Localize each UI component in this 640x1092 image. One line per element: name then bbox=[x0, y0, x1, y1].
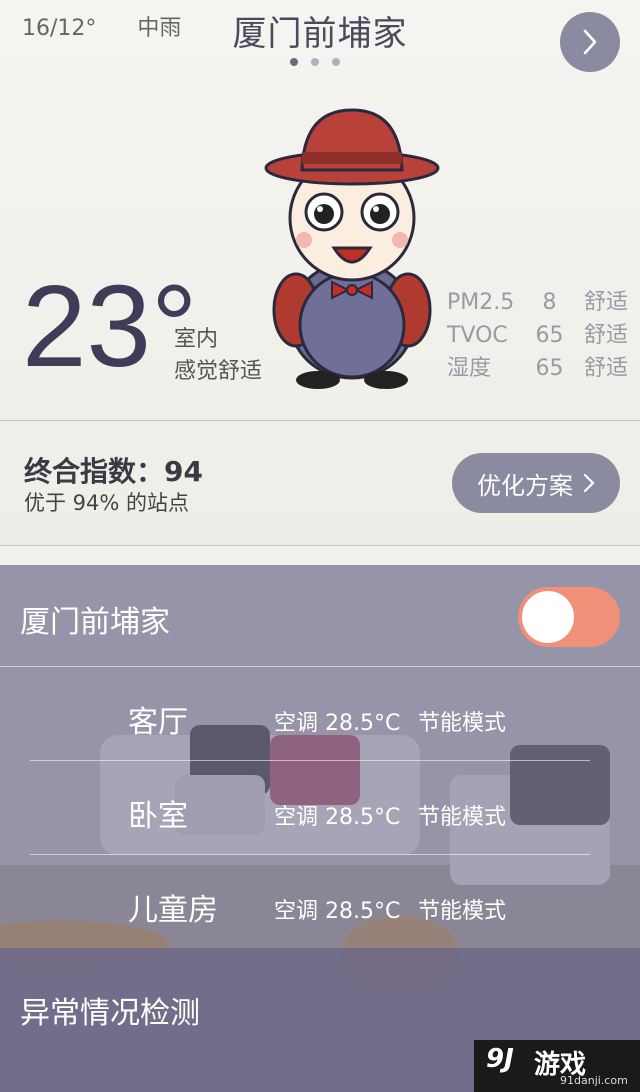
home-row: 厦门前埔家 bbox=[0, 565, 640, 667]
site-watermark: 9J 游戏 91danji.com bbox=[474, 1040, 640, 1092]
metric-name: PM2.5 bbox=[447, 290, 515, 315]
room-ac: 空调 28.5°C bbox=[274, 711, 401, 736]
index-comparison: 优于 94% 的站点 bbox=[24, 491, 190, 515]
page-indicator bbox=[290, 58, 340, 66]
metric-row: PM2.5 8 舒适 bbox=[447, 286, 628, 319]
page-dot[interactable] bbox=[332, 58, 340, 66]
metric-value: 8 bbox=[542, 290, 557, 315]
metric-value: 65 bbox=[535, 356, 564, 381]
rooms-panel: 厦门前埔家 客厅 空调 28.5°C 节能模式 卧室 空调 28.5°C 节能模… bbox=[0, 565, 640, 1092]
metric-row: TVOC 65 舒适 bbox=[447, 319, 628, 352]
anomaly-detection-label: 异常情况检测 bbox=[20, 996, 200, 1031]
divider bbox=[0, 545, 640, 546]
indoor-status: 室内 感觉舒适 bbox=[174, 324, 262, 388]
room-row[interactable]: 客厅 空调 28.5°C 节能模式 bbox=[30, 667, 590, 761]
divider bbox=[0, 420, 640, 421]
room-name: 客厅 bbox=[128, 705, 188, 740]
chevron-right-icon bbox=[583, 29, 597, 55]
optimize-plan-button[interactable]: 优化方案 bbox=[452, 453, 620, 513]
home-toggle[interactable] bbox=[518, 587, 620, 647]
toggle-knob bbox=[522, 591, 574, 643]
metric-status: 舒适 bbox=[584, 356, 629, 381]
indoor-location: 室内 bbox=[174, 327, 219, 352]
chevron-right-icon bbox=[583, 473, 595, 493]
metric-status: 舒适 bbox=[584, 290, 629, 315]
room-ac: 空调 28.5°C bbox=[274, 805, 401, 830]
status-area: 16/12° 中雨 厦门前埔家 23° 室内 感觉舒适 PM2.5 8 舒适 T… bbox=[0, 0, 640, 546]
comprehensive-index: 终合指数：94 bbox=[24, 455, 203, 488]
metric-name: TVOC bbox=[447, 323, 508, 348]
indoor-temperature: 23° bbox=[22, 261, 198, 391]
watermark-logo: 9J bbox=[486, 1044, 514, 1074]
indoor-feeling: 感觉舒适 bbox=[174, 359, 263, 384]
room-name: 儿童房 bbox=[128, 893, 218, 928]
watermark-url: 91danji.com bbox=[560, 1074, 628, 1087]
room-mode: 节能模式 bbox=[418, 805, 507, 830]
room-mode: 节能模式 bbox=[418, 899, 507, 924]
home-name: 厦门前埔家 bbox=[20, 605, 170, 640]
metric-status: 舒适 bbox=[584, 323, 629, 348]
page-dot[interactable] bbox=[290, 58, 298, 66]
metric-value: 65 bbox=[535, 323, 564, 348]
optimize-plan-label: 优化方案 bbox=[477, 471, 573, 500]
room-row[interactable]: 卧室 空调 28.5°C 节能模式 bbox=[30, 761, 590, 855]
page-dot[interactable] bbox=[311, 58, 319, 66]
next-home-button[interactable] bbox=[560, 12, 620, 72]
room-ac: 空调 28.5°C bbox=[274, 899, 401, 924]
room-mode: 节能模式 bbox=[418, 711, 507, 736]
room-row[interactable]: 儿童房 空调 28.5°C 节能模式 bbox=[30, 855, 590, 949]
room-name: 卧室 bbox=[128, 799, 188, 834]
page-title: 厦门前埔家 bbox=[232, 14, 408, 54]
air-metrics: PM2.5 8 舒适 TVOC 65 舒适 湿度 65 舒适 bbox=[447, 286, 628, 385]
metric-name: 湿度 bbox=[447, 356, 492, 381]
metric-row: 湿度 65 舒适 bbox=[447, 352, 628, 385]
mascot-illustration bbox=[264, 108, 440, 389]
